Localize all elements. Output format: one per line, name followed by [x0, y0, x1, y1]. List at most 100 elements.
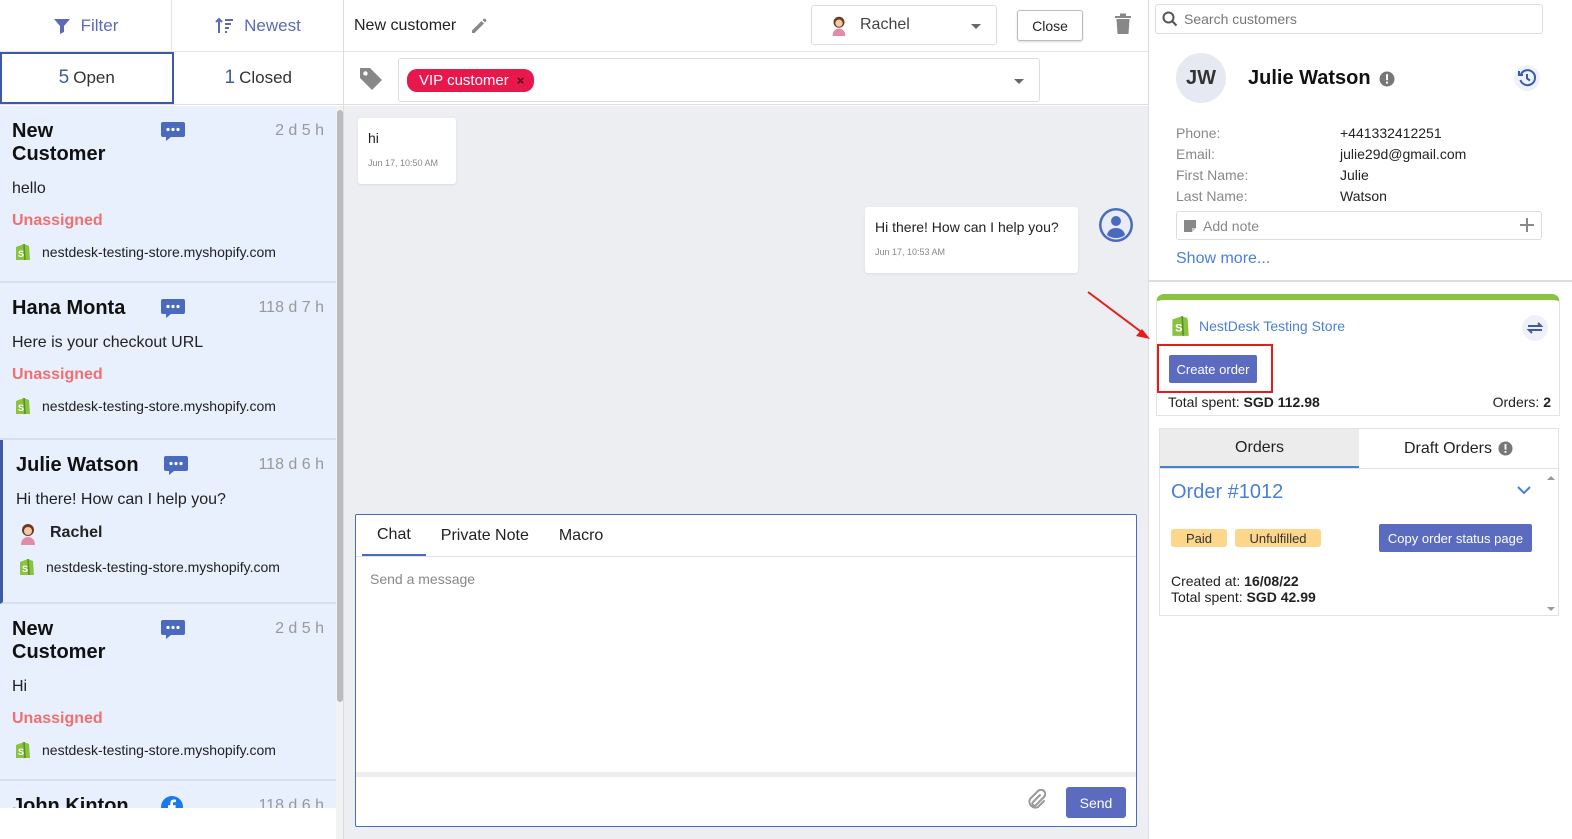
create-order-highlight: Create order — [1157, 344, 1273, 393]
search-input[interactable] — [1184, 11, 1524, 27]
status-tabs: 5 Open 1 Closed — [0, 52, 343, 105]
svg-text:S: S — [18, 747, 24, 757]
total-spent-label: Total spent: — [1168, 394, 1240, 410]
list-item[interactable]: Hana Monta 118 d 7 h Here is your checko… — [0, 283, 336, 440]
conversation-time: 2 d 5 h — [275, 122, 324, 139]
list-scrollbar[interactable] — [336, 106, 343, 839]
store-domain: nestdesk-testing-store.myshopify.com — [46, 559, 280, 575]
search-icon — [1162, 11, 1178, 27]
tab-chat[interactable]: Chat — [362, 515, 426, 556]
svg-text:S: S — [18, 249, 24, 259]
chat-bubble-icon — [161, 620, 185, 639]
tab-private-note[interactable]: Private Note — [426, 515, 544, 556]
store-total-spent: Total spent: SGD 112.98 — [1168, 394, 1320, 410]
conversation-message: Hi there! How can I help you? — [16, 491, 226, 508]
chat-bubble-icon — [161, 299, 185, 318]
sort-button[interactable]: Newest — [171, 0, 343, 51]
conversation-header: New customer Rachel Close — [344, 0, 1148, 52]
message-text: Hi there! How can I help you? — [875, 219, 1059, 235]
vip-tag: VIP customer × — [407, 68, 535, 92]
user-avatar-icon — [1099, 208, 1133, 242]
paid-badge: Paid — [1171, 529, 1227, 547]
caret-down-icon — [1014, 79, 1024, 84]
store-row: S nestdesk-testing-store.myshopify.com — [16, 557, 324, 577]
tab-orders-label: Orders — [1235, 438, 1284, 456]
assigned-agent: Rachel — [16, 521, 324, 545]
tag-row: VIP customer × — [344, 52, 1148, 105]
incoming-message: hi Jun 17, 10:50 AM — [358, 118, 456, 184]
history-icon[interactable] — [1513, 64, 1541, 92]
conversation-name: John Kinton — [12, 795, 129, 808]
store-card: S NestDesk Testing Store Create order To… — [1156, 294, 1560, 416]
conversation-name: New Customer — [12, 618, 106, 663]
conversation-time: 118 d 6 h — [258, 456, 324, 473]
conversation-message: Here is your checkout URL — [12, 334, 204, 351]
note-icon — [1184, 219, 1196, 232]
tag-select[interactable]: VIP customer × — [398, 58, 1040, 102]
sort-label: Newest — [244, 15, 301, 35]
agent-select[interactable]: Rachel — [811, 5, 997, 45]
status-badge: Unassigned — [12, 212, 103, 229]
close-button[interactable]: Close — [1017, 10, 1083, 41]
store-domain: nestdesk-testing-store.myshopify.com — [42, 398, 276, 414]
create-order-button[interactable]: Create order — [1169, 355, 1257, 383]
show-more-link[interactable]: Show more... — [1176, 250, 1270, 268]
filter-label: Filter — [80, 15, 119, 35]
plus-icon[interactable] — [1518, 216, 1536, 234]
message-thread: hi Jun 17, 10:50 AM Hi there! How can I … — [344, 106, 1148, 839]
orders-value: 2 — [1543, 394, 1551, 410]
tab-closed[interactable]: 1 Closed — [174, 52, 344, 104]
edit-icon[interactable] — [470, 17, 488, 35]
scroll-up-icon[interactable] — [1547, 475, 1555, 480]
info-icon[interactable] — [1379, 71, 1395, 87]
shopify-icon: S — [16, 243, 30, 261]
scrollbar-thumb[interactable] — [337, 110, 343, 702]
store-link[interactable]: S NestDesk Testing Store — [1169, 314, 1345, 338]
svg-text:S: S — [22, 564, 28, 574]
unfulfilled-badge: Unfulfilled — [1235, 529, 1321, 547]
trash-icon[interactable] — [1114, 13, 1132, 35]
status-badge: Unassigned — [12, 366, 103, 383]
add-note-placeholder: Add note — [1203, 217, 1260, 234]
list-item[interactable]: New Customer 2 d 5 h hello Unassigned S … — [0, 106, 336, 283]
composer-tabs: Chat Private Note Macro — [356, 515, 1136, 557]
conversation-time: 118 d 7 h — [258, 299, 324, 316]
customer-name: Julie Watson — [1248, 67, 1371, 89]
send-button[interactable]: Send — [1066, 787, 1126, 818]
agent-avatar — [832, 16, 846, 36]
field-last-name: Last Name: Watson — [1176, 185, 1536, 206]
field-label: Phone: — [1176, 124, 1221, 141]
tab-orders[interactable]: Orders — [1160, 429, 1359, 468]
list-item[interactable]: John Kinton 118 d 6 h — [0, 781, 336, 808]
order-scrollbar[interactable] — [1544, 469, 1559, 616]
caret-down-icon — [971, 24, 981, 29]
agent-select-value: Rachel — [860, 16, 910, 33]
vip-tag-label: VIP customer — [419, 71, 509, 89]
order-title[interactable]: Order #1012 — [1171, 481, 1283, 504]
remove-tag-icon[interactable]: × — [517, 73, 525, 88]
avatar: JW — [1176, 53, 1226, 103]
tab-macro[interactable]: Macro — [544, 515, 618, 556]
tab-draft-orders[interactable]: Draft Orders — [1359, 429, 1558, 468]
message-time: Jun 17, 10:50 AM — [368, 158, 439, 168]
paperclip-icon[interactable] — [1026, 789, 1046, 811]
app: Filter Newest 5 Open 1 Closed New Custom… — [0, 0, 1572, 839]
copy-order-status-button[interactable]: Copy order status page — [1379, 524, 1532, 552]
filter-icon — [53, 18, 70, 34]
sync-icon[interactable] — [1521, 314, 1549, 342]
message-input[interactable] — [370, 571, 1120, 761]
svg-text:S: S — [18, 403, 24, 413]
order-total-value: SGD 42.99 — [1246, 589, 1316, 605]
open-count: 5 — [58, 67, 70, 88]
store-row: S nestdesk-testing-store.myshopify.com — [12, 242, 324, 262]
order-details: Created at: 16/08/22 Total spent: SGD 42… — [1171, 573, 1316, 605]
conversation-time: 118 d 6 h — [258, 797, 324, 808]
list-item[interactable]: New Customer 2 d 5 h Hi Unassigned S nes… — [0, 604, 336, 781]
tab-open[interactable]: 5 Open — [0, 52, 174, 104]
scroll-down-icon[interactable] — [1547, 607, 1555, 612]
list-item[interactable]: Julie Watson 118 d 6 h Hi there! How can… — [0, 440, 336, 604]
message-text: hi — [368, 130, 379, 146]
add-note-field[interactable]: Add note — [1176, 211, 1542, 240]
filter-button[interactable]: Filter — [0, 0, 171, 51]
chevron-down-icon[interactable] — [1516, 485, 1532, 495]
